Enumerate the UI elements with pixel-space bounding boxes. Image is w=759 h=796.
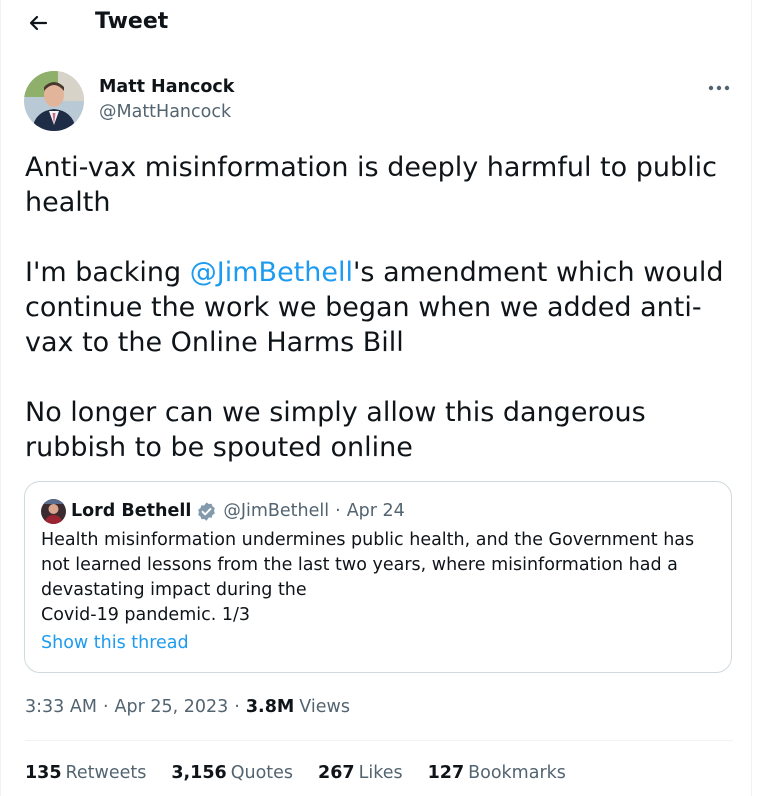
- tweet-date[interactable]: Apr 25, 2023: [115, 697, 229, 717]
- stat-retweets[interactable]: 135 Retweets: [25, 763, 146, 783]
- top-bar: Tweet: [1, 0, 751, 48]
- more-button[interactable]: [707, 78, 731, 98]
- stat-quotes[interactable]: 3,156 Quotes: [171, 763, 293, 783]
- tweet-paragraph-1: Anti-vax misinformation is deeply harmfu…: [25, 152, 717, 218]
- more-dots-icon: [708, 85, 730, 91]
- views-count[interactable]: 3.8M: [246, 697, 294, 717]
- divider: [25, 740, 733, 741]
- stat-count: 267: [318, 763, 355, 783]
- stat-likes[interactable]: 267 Likes: [318, 763, 403, 783]
- separator-dot: ·: [234, 697, 240, 717]
- stat-label: Quotes: [230, 763, 294, 783]
- verified-badge-icon: [196, 501, 217, 522]
- quote-tweet-card[interactable]: Lord Bethell @JimBethell · Apr 24 Health…: [24, 481, 732, 673]
- quote-author-name[interactable]: Lord Bethell: [71, 501, 191, 521]
- author-name[interactable]: Matt Hancock: [99, 77, 234, 97]
- stat-label: Likes: [358, 763, 403, 783]
- mention-link[interactable]: @JimBethell: [190, 257, 353, 288]
- page-title: Tweet: [95, 9, 169, 34]
- quote-author-handle[interactable]: @JimBethell: [223, 501, 329, 521]
- separator-dot: ·: [335, 501, 341, 521]
- author-handle[interactable]: @MattHancock: [99, 102, 231, 122]
- arrow-left-icon: [29, 15, 48, 31]
- views-label: Views: [299, 697, 350, 717]
- tweet-text-segment: I'm backing: [25, 257, 190, 288]
- stat-label: Bookmarks: [468, 763, 566, 783]
- tweet-paragraph-2: I'm backing @JimBethell's amendment whic…: [25, 255, 740, 360]
- engagement-stats: 135 Retweets 3,156 Quotes 267 Likes 127 Book…: [25, 760, 591, 786]
- back-button[interactable]: [23, 8, 53, 38]
- tweet-paragraph-3: No longer can we simply allow this dange…: [25, 397, 646, 463]
- quote-date[interactable]: Apr 24: [347, 501, 405, 521]
- tweet-time[interactable]: 3:33 AM: [25, 697, 97, 717]
- quote-text: Health misinformation undermines public …: [41, 530, 695, 625]
- stat-count: 135: [25, 763, 62, 783]
- show-thread-link[interactable]: Show this thread: [41, 633, 189, 653]
- tweet-page: Tweet Matt Hancock @MattHancock Anti-vax…: [0, 0, 752, 796]
- quote-header: Lord Bethell @JimBethell · Apr 24: [71, 499, 405, 523]
- stat-bookmarks[interactable]: 127 Bookmarks: [428, 763, 566, 783]
- separator-dot: ·: [102, 697, 109, 717]
- stat-count: 3,156: [171, 763, 227, 783]
- stat-label: Retweets: [65, 763, 147, 783]
- quote-avatar[interactable]: [41, 499, 66, 524]
- tweet-text: Anti-vax misinformation is deeply harmfu…: [25, 150, 740, 465]
- avatar[interactable]: [24, 71, 84, 131]
- tweet-meta: 3:33 AM · Apr 25, 2023 · 3.8M Views: [25, 694, 350, 720]
- stat-count: 127: [427, 763, 465, 783]
